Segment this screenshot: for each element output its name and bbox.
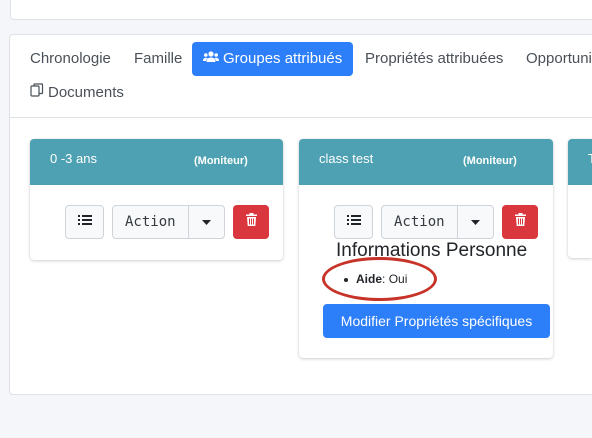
group-header: class test (Moniteur) bbox=[299, 139, 553, 185]
action-dropdown[interactable]: Action bbox=[112, 205, 225, 239]
list-button[interactable] bbox=[334, 205, 373, 239]
list-button[interactable] bbox=[65, 205, 104, 239]
group-title: class test bbox=[319, 151, 374, 166]
delete-button[interactable] bbox=[233, 205, 269, 239]
tab-groupes-attribues-label: Groupes attribués bbox=[223, 50, 343, 67]
group-title: 0 -3 ans bbox=[50, 151, 97, 166]
tab-opportunites-label: Opportuni bbox=[526, 50, 592, 67]
tab-proprietes-attribuees[interactable]: Propriétés attribuées bbox=[354, 42, 514, 76]
tab-bar: Chronologie Famille Groupes attribués Pr… bbox=[9, 34, 592, 118]
tab-chronologie-label: Chronologie bbox=[30, 50, 111, 67]
caret-down-icon[interactable] bbox=[458, 206, 493, 238]
group-role: (Moniteur) bbox=[463, 155, 517, 167]
action-label: Action bbox=[382, 206, 458, 238]
top-card bbox=[10, 0, 592, 20]
list-icon bbox=[346, 213, 361, 231]
action-label: Action bbox=[113, 206, 189, 238]
caret-down-icon[interactable] bbox=[189, 206, 224, 238]
trash-icon bbox=[245, 213, 257, 231]
group-title: T bbox=[588, 151, 592, 166]
group-card-partial: T bbox=[568, 139, 592, 258]
users-icon bbox=[203, 42, 219, 76]
modify-properties-button[interactable]: Modifier Propriétés spécifiques bbox=[323, 304, 550, 338]
tab-groupes-attribues[interactable]: Groupes attribués bbox=[192, 42, 354, 76]
list-icon bbox=[77, 213, 92, 231]
tab-proprietes-attribuees-label: Propriétés attribuées bbox=[365, 50, 504, 67]
group-header: T bbox=[568, 139, 592, 185]
tab-documents[interactable]: Documents bbox=[19, 76, 135, 110]
group-header: 0 -3 ans (Moniteur) bbox=[30, 139, 283, 185]
tab-documents-label: Documents bbox=[48, 84, 124, 101]
tab-famille[interactable]: Famille bbox=[123, 42, 193, 76]
trash-icon bbox=[514, 213, 526, 231]
highlight-ellipse bbox=[322, 257, 437, 301]
group-card: 0 -3 ans (Moniteur) Action bbox=[30, 139, 283, 260]
tab-chronologie[interactable]: Chronologie bbox=[19, 42, 122, 76]
action-dropdown[interactable]: Action bbox=[381, 205, 494, 239]
tab-opportunites[interactable]: Opportuni bbox=[515, 42, 592, 76]
delete-button[interactable] bbox=[502, 205, 538, 239]
documents-icon bbox=[30, 76, 44, 110]
group-role: (Moniteur) bbox=[194, 155, 248, 167]
tab-famille-label: Famille bbox=[134, 50, 183, 67]
